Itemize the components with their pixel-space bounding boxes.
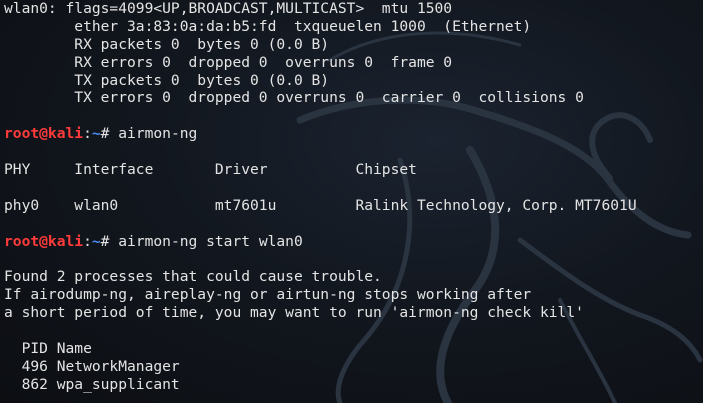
ifconfig-line: RX errors 0 dropped 0 overruns 0 frame 0 [4,53,453,71]
ifconfig-line: RX packets 0 bytes 0 (0.0 B) [4,35,330,53]
prompt-path: ~ [91,125,101,143]
warning-line: a short period of time, you may want to … [4,304,584,322]
airmon-table-header: PHY Interface Driver Chipset [4,161,417,179]
prompt-path: ~ [91,232,101,250]
prompt-user: root@kali [4,232,84,250]
prompt-line: root@kali:~# airmon-ng [4,125,703,143]
terminal-output: wlan0: flags=4099<UP,BROADCAST,MULTICAST… [0,0,703,394]
prompt-colon: : [83,232,92,250]
prompt-symbol: # [100,125,119,143]
process-table-header: PID Name [4,339,92,357]
prompt-user: root@kali [4,125,84,143]
warning-line: Found 2 processes that could cause troub… [4,268,382,286]
command-text: airmon-ng start wlan0 [118,232,303,250]
ifconfig-line: wlan0: flags=4099<UP,BROADCAST,MULTICAST… [4,0,453,17]
prompt-symbol: # [100,232,119,250]
ifconfig-line: TX packets 0 bytes 0 (0.0 B) [4,71,330,89]
prompt-line: root@kali:~# airmon-ng start wlan0 [4,233,703,251]
terminal-window[interactable]: wlan0: flags=4099<UP,BROADCAST,MULTICAST… [0,0,703,403]
process-row: 496 NetworkManager [4,357,180,375]
ifconfig-line: ether 3a:83:0a:da:b5:fd txqueuelen 1000 … [4,17,532,35]
prompt-colon: : [83,125,92,143]
command-text: airmon-ng [118,125,198,143]
ifconfig-line: TX errors 0 dropped 0 overruns 0 carrier… [4,89,584,107]
airmon-table-row: phy0 wlan0 mt7601u Ralink Technology, Co… [4,196,637,214]
warning-line: If airodump-ng, aireplay-ng or airtun-ng… [4,286,532,304]
process-row: 862 wpa_supplicant [4,375,180,393]
